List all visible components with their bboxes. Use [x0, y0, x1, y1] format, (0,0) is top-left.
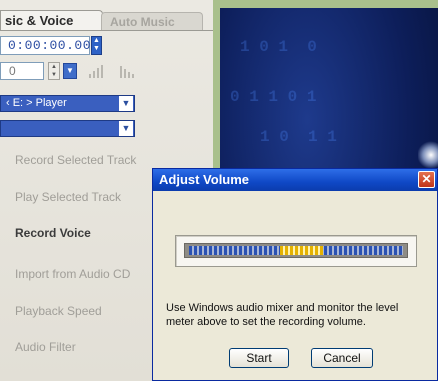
menu-import-audio-cd[interactable]: Import from Audio CD: [15, 267, 130, 281]
spin-down-icon[interactable]: ▼: [49, 71, 59, 79]
level-bars-icon: [120, 66, 134, 78]
menu-record-voice[interactable]: Record Voice: [15, 226, 91, 240]
tab-bar: sic & Voice Auto Music: [0, 10, 213, 30]
device-select-value: ‹ E: > Player: [6, 97, 67, 109]
spin-up-icon[interactable]: ▲: [49, 63, 59, 71]
tab-divider: [0, 30, 213, 31]
tab-auto-music[interactable]: Auto Music: [101, 12, 203, 30]
menu-audio-filter[interactable]: Audio Filter: [15, 340, 76, 354]
start-button[interactable]: Start: [229, 348, 289, 368]
tab-music-voice[interactable]: sic & Voice: [0, 10, 103, 30]
decorative-code-glyphs: 1 0 1 0: [240, 38, 317, 56]
number-field[interactable]: 0: [0, 62, 44, 80]
level-meter-track: [184, 243, 408, 258]
menu-play-selected-track[interactable]: Play Selected Track: [15, 190, 121, 204]
second-select[interactable]: ▼: [0, 120, 135, 137]
light-glow: [418, 140, 438, 170]
dropdown-arrow-icon[interactable]: ▼: [63, 63, 77, 79]
decorative-code-glyphs: 1 0 1 1: [260, 128, 337, 146]
time-spinner[interactable]: ▲ ▼: [91, 36, 102, 55]
cancel-button[interactable]: Cancel: [311, 348, 373, 368]
dialog-title: Adjust Volume: [159, 172, 250, 187]
menu-record-selected-track[interactable]: Record Selected Track: [15, 153, 136, 167]
spin-up-icon[interactable]: ▲: [92, 37, 101, 45]
dialog-titlebar[interactable]: Adjust Volume ✕: [153, 169, 437, 191]
device-select[interactable]: ‹ E: > Player ▼: [0, 95, 135, 112]
number-spinner[interactable]: ▲ ▼: [48, 62, 60, 80]
close-icon[interactable]: ✕: [418, 171, 435, 188]
chevron-down-icon[interactable]: ▼: [119, 96, 133, 111]
chevron-down-icon[interactable]: ▼: [119, 121, 133, 136]
dialog-description: Use Windows audio mixer and monitor the …: [166, 302, 399, 328]
level-meter-active: [279, 246, 323, 255]
menu-playback-speed[interactable]: Playback Speed: [15, 304, 102, 318]
time-field[interactable]: 0:00:00.00: [0, 36, 91, 55]
adjust-volume-dialog: Adjust Volume ✕ Use Windows audio mixer …: [152, 168, 438, 381]
signal-bars-icon: [89, 65, 103, 78]
decorative-code-glyphs: 0 1 1 0 1: [230, 88, 317, 106]
spin-down-icon[interactable]: ▼: [92, 45, 101, 53]
level-meter: [175, 235, 417, 267]
